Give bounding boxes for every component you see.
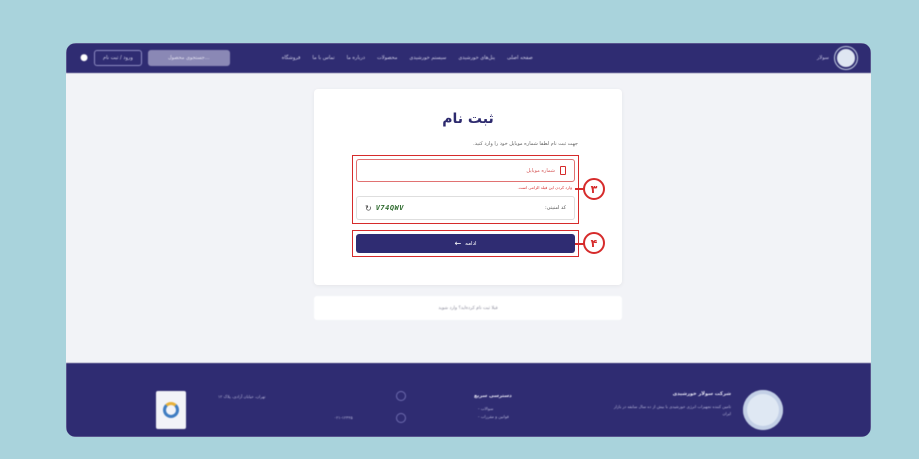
continue-button[interactable]: ادامه ← xyxy=(356,234,575,253)
top-navbar: ● ورود / ثبت نام جستجوی محصول... فروشگاه… xyxy=(66,43,871,73)
register-instructions: جهت ثبت نام لطفا شماره موبایل خود را وار… xyxy=(473,141,578,147)
nav-item[interactable]: تماس با ما xyxy=(312,55,334,61)
brand-name: سولار xyxy=(816,55,829,61)
nav-item[interactable]: صفحه اصلی xyxy=(507,55,533,61)
footer-description: تامین کننده تجهیزات انرژی خورشیدی با بیش… xyxy=(613,404,731,416)
refresh-icon[interactable]: ↻ xyxy=(365,204,372,213)
nav-item[interactable]: پنل‌های خورشیدی xyxy=(458,55,495,61)
captcha-label: کد امنیتی: xyxy=(544,205,566,211)
footer: شرکت سولار خورشیدی تامین کننده تجهیزات ا… xyxy=(66,363,871,437)
register-card: ثبت نام جهت ثبت نام لطفا شماره موبایل خو… xyxy=(314,89,622,285)
location-icon xyxy=(396,391,406,401)
nav-item[interactable]: سیستم خورشیدی xyxy=(409,55,446,61)
captcha-code: V74QWV xyxy=(375,204,404,212)
topbar-actions: ● ورود / ثبت نام جستجوی محصول... xyxy=(80,50,230,66)
mobile-number-placeholder: شماره موبایل xyxy=(526,167,555,174)
nav-item[interactable]: محصولات xyxy=(377,55,397,61)
nav-item[interactable]: فروشگاه xyxy=(282,55,301,61)
captcha-input[interactable]: کد امنیتی: ↻ V74QWV xyxy=(356,196,575,220)
logo-icon xyxy=(835,47,857,69)
search-input[interactable]: جستجوی محصول... xyxy=(147,50,230,66)
footer-address: تهران، خیابان آزادی، پلاک ۱۲ xyxy=(218,394,266,399)
continue-label: ادامه xyxy=(465,240,477,247)
callout-marker-3: ۳ xyxy=(583,178,605,200)
site-logo[interactable]: سولار xyxy=(817,47,857,69)
footer-logo-icon xyxy=(743,390,783,430)
footer-company-name: شرکت سولار خورشیدی xyxy=(672,391,731,397)
highlight-box-inputs: شماره موبایل وارد کردن این فیلد الزامی ا… xyxy=(352,155,579,224)
main-menu: فروشگاه تماس با ما درباره ما محصولات سیس… xyxy=(282,55,533,61)
footer-link[interactable]: - قوانین و مقررات xyxy=(478,413,509,421)
trust-badge[interactable] xyxy=(156,391,186,429)
login-link-box[interactable]: قبلا ثبت نام کرده‌اید؟ وارد شوید xyxy=(314,296,622,320)
login-register-button[interactable]: ورود / ثبت نام xyxy=(94,50,142,66)
highlight-box-button: ادامه ← xyxy=(352,230,579,257)
footer-phone: ۰۲۱-۱۲۳۴۵ xyxy=(334,415,353,420)
callout-marker-4: ۴ xyxy=(583,232,605,254)
footer-links: - سوالات - قوانین و مقررات xyxy=(478,405,509,421)
nav-item[interactable]: درباره ما xyxy=(347,55,365,61)
trust-badge-icon xyxy=(163,402,179,418)
mobile-phone-icon xyxy=(560,166,566,175)
cart-icon[interactable]: ● xyxy=(80,54,88,63)
browser-frame: ● ورود / ثبت نام جستجوی محصول... فروشگاه… xyxy=(66,43,871,437)
arrow-left-icon: ← xyxy=(454,238,462,248)
footer-quick-access-title: دسترسی سریع xyxy=(474,393,512,399)
login-link[interactable]: قبلا ثبت نام کرده‌اید؟ وارد شوید xyxy=(438,306,497,311)
mobile-number-input[interactable]: شماره موبایل xyxy=(356,159,575,182)
mobile-error-message: وارد کردن این فیلد الزامی است. xyxy=(517,185,572,190)
phone-icon xyxy=(396,413,406,423)
captcha-image: ↻ V74QWV xyxy=(365,204,404,213)
page-title: ثبت نام xyxy=(442,111,494,127)
footer-link[interactable]: - سوالات xyxy=(478,405,509,413)
